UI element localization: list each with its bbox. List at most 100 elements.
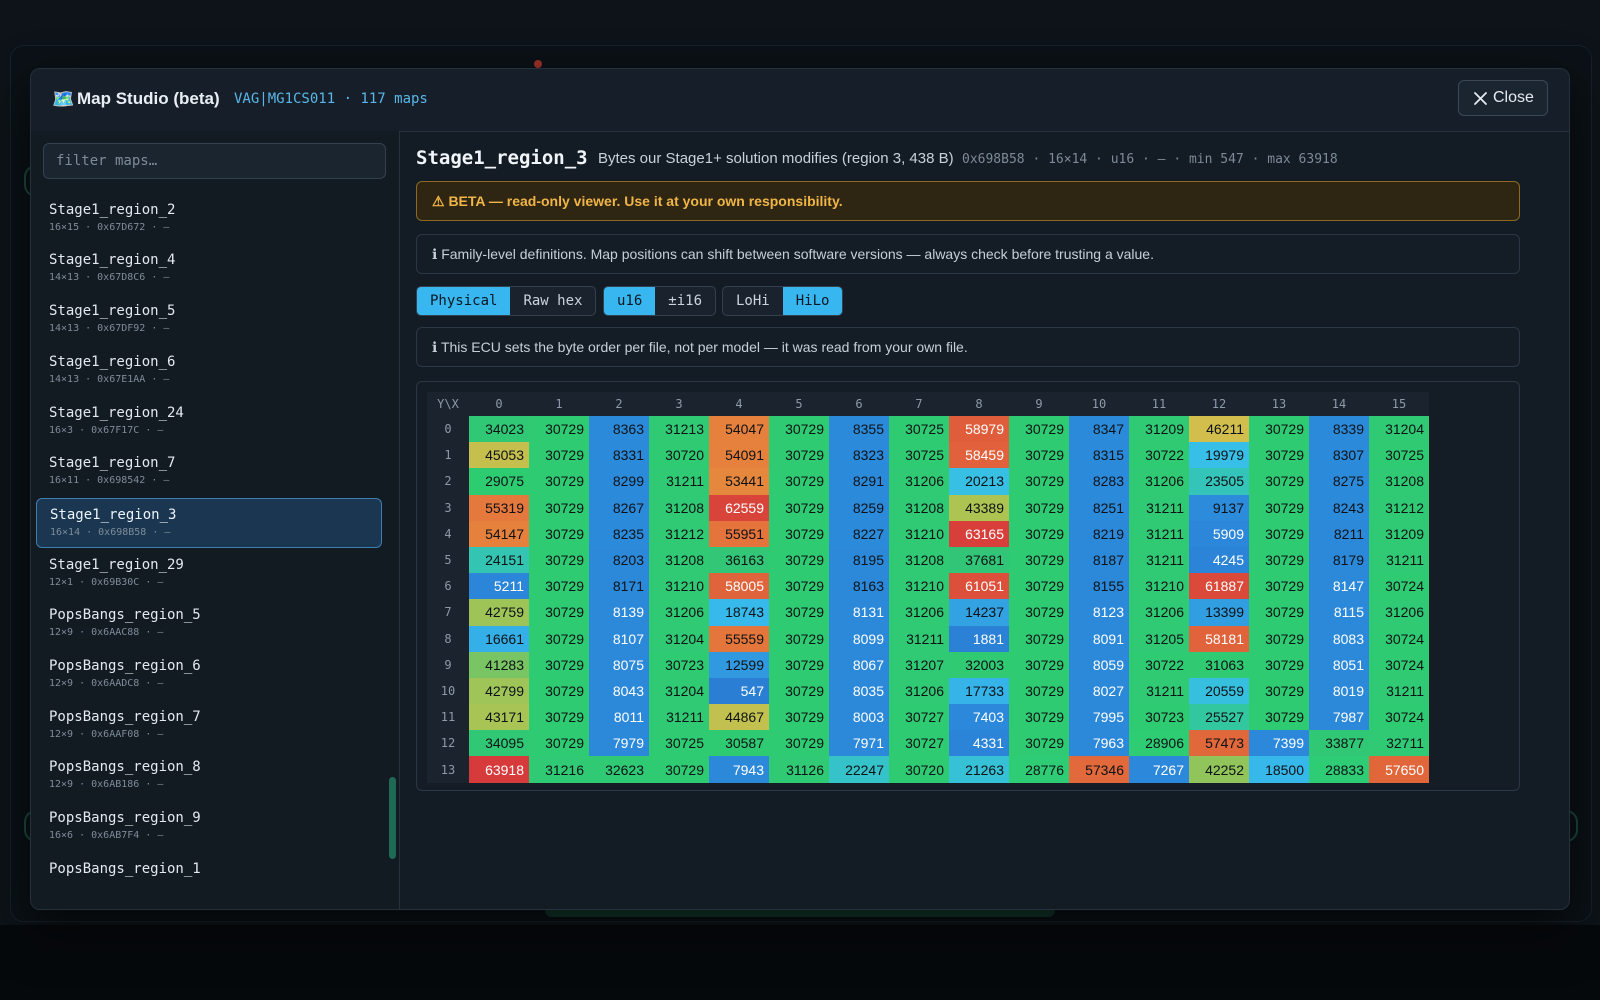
map-cell[interactable]: 30729: [1009, 730, 1069, 757]
map-cell[interactable]: 17733: [949, 677, 1009, 705]
map-cell[interactable]: 8187: [1069, 546, 1129, 574]
map-cell[interactable]: 16661: [469, 625, 529, 652]
map-cell[interactable]: 30724: [1369, 651, 1429, 678]
map-cell[interactable]: 8291: [829, 468, 889, 495]
map-cell[interactable]: 13399: [1189, 599, 1249, 626]
map-cell[interactable]: 31126: [769, 756, 829, 783]
map-cell[interactable]: 8035: [829, 677, 889, 705]
map-cell[interactable]: 4331: [949, 730, 1009, 757]
map-cell[interactable]: 55951: [709, 520, 769, 547]
map-cell[interactable]: 8059: [1069, 651, 1129, 678]
map-cell[interactable]: 8283: [1069, 468, 1129, 495]
map-cell[interactable]: 7995: [1069, 704, 1129, 731]
map-cell[interactable]: 31210: [889, 520, 949, 547]
map-cell[interactable]: 30729: [649, 756, 709, 783]
signed-i16-toggle[interactable]: ±i16: [655, 287, 715, 315]
map-cell[interactable]: 30729: [1249, 625, 1309, 652]
map-cell[interactable]: 8251: [1069, 494, 1129, 521]
map-cell[interactable]: 32003: [949, 651, 1009, 678]
map-cell[interactable]: 8259: [829, 494, 889, 521]
map-cell[interactable]: 55319: [469, 494, 529, 521]
map-list-item[interactable]: PopsBangs_region_8 12×9 · 0x6AB186 · —: [36, 751, 382, 801]
map-cell[interactable]: 31211: [649, 704, 709, 731]
map-cell[interactable]: 20213: [949, 468, 1009, 495]
raw-hex-toggle[interactable]: Raw hex: [510, 287, 595, 315]
map-cell[interactable]: 4245: [1189, 546, 1249, 574]
map-cell[interactable]: 7987: [1309, 704, 1369, 731]
map-cell[interactable]: 31211: [1369, 677, 1429, 705]
map-cell[interactable]: 29075: [469, 468, 529, 495]
map-cell[interactable]: 8315: [1069, 442, 1129, 469]
map-cell[interactable]: 63918: [469, 756, 529, 783]
map-cell[interactable]: 8331: [589, 442, 649, 469]
map-cell[interactable]: 42759: [469, 599, 529, 626]
map-cell[interactable]: 8067: [829, 651, 889, 678]
map-cell[interactable]: 31206: [1129, 468, 1189, 495]
map-list-item[interactable]: 16×1 · 0x679830 · —: [36, 187, 382, 193]
map-cell[interactable]: 8155: [1069, 573, 1129, 600]
map-cell[interactable]: 30729: [769, 625, 829, 652]
map-cell[interactable]: 18500: [1249, 756, 1309, 783]
map-cell[interactable]: 30729: [1249, 520, 1309, 547]
map-cell[interactable]: 34023: [469, 416, 529, 443]
map-cell[interactable]: 31210: [1129, 573, 1189, 600]
map-cell[interactable]: 31211: [1129, 677, 1189, 705]
map-cell[interactable]: 8355: [829, 416, 889, 443]
map-cell[interactable]: 31209: [1129, 416, 1189, 443]
map-cell[interactable]: 30729: [529, 704, 589, 731]
map-cell[interactable]: 30729: [769, 599, 829, 626]
map-cell[interactable]: 30729: [1249, 599, 1309, 626]
map-cell[interactable]: 1881: [949, 625, 1009, 652]
map-cell[interactable]: 8211: [1309, 520, 1369, 547]
map-cell[interactable]: 31207: [889, 651, 949, 678]
map-cell[interactable]: 8203: [589, 546, 649, 574]
map-cell[interactable]: 5211: [469, 573, 529, 600]
map-cell[interactable]: 30729: [1009, 442, 1069, 469]
map-cell[interactable]: 30725: [889, 416, 949, 443]
map-cell[interactable]: 58005: [709, 573, 769, 600]
map-cell[interactable]: 31208: [1369, 468, 1429, 495]
map-cell[interactable]: 8003: [829, 704, 889, 731]
map-cell[interactable]: 30729: [769, 520, 829, 547]
map-cell[interactable]: 31211: [1129, 546, 1189, 574]
map-cell[interactable]: 54091: [709, 442, 769, 469]
map-cell[interactable]: 30729: [529, 625, 589, 652]
map-cell[interactable]: 23505: [1189, 468, 1249, 495]
map-cell[interactable]: 30729: [1249, 468, 1309, 495]
map-cell[interactable]: 30729: [1009, 494, 1069, 521]
map-cell[interactable]: 31204: [649, 677, 709, 705]
map-cell[interactable]: 31063: [1189, 651, 1249, 678]
map-cell[interactable]: 30729: [769, 442, 829, 469]
map-cell[interactable]: 8139: [589, 599, 649, 626]
map-cell[interactable]: 54147: [469, 520, 529, 547]
map-cell[interactable]: 30729: [1009, 599, 1069, 626]
map-cell[interactable]: 547: [709, 677, 769, 705]
map-cell[interactable]: 30729: [1009, 468, 1069, 495]
map-list-item[interactable]: PopsBangs_region_5 12×9 · 0x6AAC88 · —: [36, 599, 382, 649]
map-list-item[interactable]: PopsBangs_region_7 12×9 · 0x6AAF08 · —: [36, 701, 382, 751]
map-cell[interactable]: 42252: [1189, 756, 1249, 783]
close-button[interactable]: Close: [1458, 80, 1548, 116]
map-cell[interactable]: 37681: [949, 546, 1009, 574]
map-cell[interactable]: 31210: [889, 573, 949, 600]
map-cell[interactable]: 28906: [1129, 730, 1189, 757]
map-cell[interactable]: 31209: [1369, 520, 1429, 547]
map-cell[interactable]: 8363: [589, 416, 649, 443]
map-list-item[interactable]: Stage1_region_4 14×13 · 0x67D8C6 · —: [36, 244, 382, 294]
physical-toggle[interactable]: Physical: [417, 287, 511, 315]
map-cell[interactable]: 30720: [649, 442, 709, 469]
map-cell[interactable]: 8323: [829, 442, 889, 469]
filter-maps-input[interactable]: [43, 143, 386, 179]
map-cell[interactable]: 8107: [589, 625, 649, 652]
map-cell[interactable]: 30729: [769, 573, 829, 600]
map-cell[interactable]: 30727: [889, 704, 949, 731]
map-cell[interactable]: 34095: [469, 730, 529, 757]
map-cell[interactable]: 5909: [1189, 520, 1249, 547]
map-cell[interactable]: 41283: [469, 651, 529, 678]
map-cell[interactable]: 31206: [889, 677, 949, 705]
map-cell[interactable]: 45053: [469, 442, 529, 469]
map-cell[interactable]: 7399: [1249, 730, 1309, 757]
map-cell[interactable]: 30729: [1009, 416, 1069, 443]
map-cell[interactable]: 22247: [829, 756, 889, 783]
map-cell[interactable]: 7979: [589, 730, 649, 757]
